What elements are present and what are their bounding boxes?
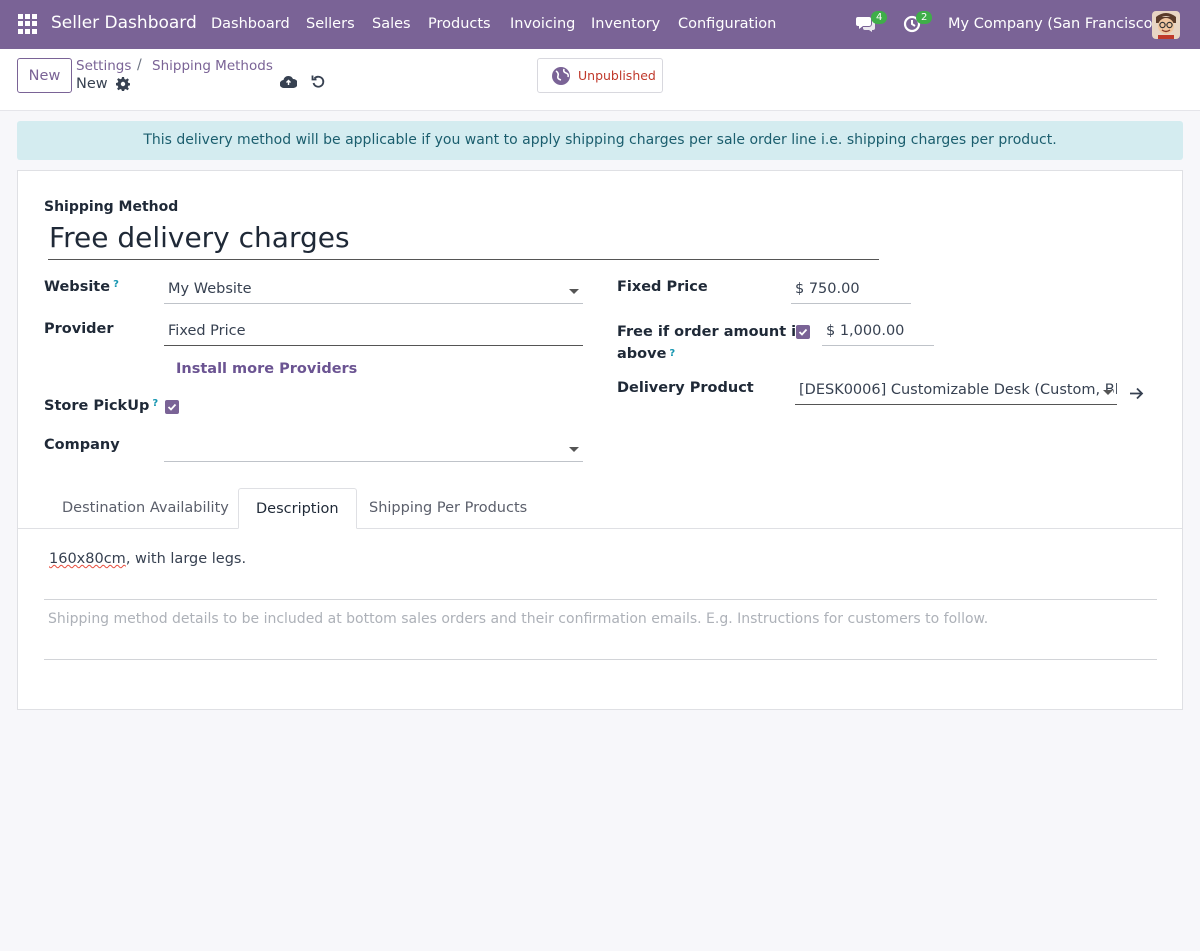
new-button[interactable]: New	[17, 58, 72, 93]
fixed-price-input[interactable]: $ 750.00	[791, 278, 911, 304]
caret-down-icon	[569, 447, 579, 452]
shipping-method-label: Shipping Method	[44, 199, 179, 215]
store-pickup-label: Store PickUp?	[44, 398, 159, 414]
app-brand[interactable]: Seller Dashboard	[51, 13, 197, 33]
globe-icon	[552, 67, 570, 85]
tab-shipping-per-products[interactable]: Shipping Per Products	[352, 488, 544, 529]
fixed-price-label: Fixed Price	[617, 279, 708, 295]
apps-menu-icon[interactable]	[18, 14, 38, 34]
help-icon[interactable]: ?	[669, 348, 675, 359]
form-sheet: Shipping Method Free delivery charges We…	[17, 170, 1183, 710]
gear-icon[interactable]	[115, 76, 131, 95]
caret-down-icon	[1103, 390, 1113, 395]
install-providers-link[interactable]: Install more Providers	[176, 361, 357, 377]
publish-toggle-button[interactable]: Unpublished	[537, 58, 663, 93]
user-avatar[interactable]	[1152, 11, 1180, 39]
company-switcher[interactable]: My Company (San Francisco)	[948, 16, 1158, 32]
messages-count-badge: 4	[871, 11, 888, 24]
menu-products[interactable]: Products	[428, 16, 491, 32]
menu-configuration[interactable]: Configuration	[678, 16, 776, 32]
store-pickup-checkbox[interactable]	[165, 400, 179, 414]
help-icon[interactable]: ?	[152, 398, 158, 409]
info-alert: This delivery method will be applicable …	[17, 121, 1183, 160]
website-select[interactable]: My Website	[164, 278, 583, 304]
help-icon[interactable]: ?	[113, 279, 119, 290]
delivery-product-label: Delivery Product	[617, 380, 754, 396]
website-label: Website?	[44, 279, 119, 295]
top-navbar: Seller Dashboard Dashboard Sellers Sales…	[0, 0, 1200, 49]
control-panel: New Settings / Shipping Methods New Unpu…	[0, 49, 1200, 111]
company-label: Company	[44, 437, 120, 453]
breadcrumb-settings[interactable]: Settings	[76, 58, 131, 74]
activities-count-badge: 2	[916, 11, 933, 24]
company-select[interactable]	[164, 436, 583, 462]
divider	[44, 659, 1157, 660]
free-if-label: Free if order amount is above?	[617, 324, 805, 362]
free-if-checkbox[interactable]	[796, 325, 810, 339]
discard-undo-icon[interactable]	[311, 74, 326, 93]
provider-label: Provider	[44, 321, 114, 337]
record-name: New	[76, 76, 108, 92]
free-if-amount-input[interactable]: $ 1,000.00	[822, 320, 934, 346]
website-description-input[interactable]: Shipping method details to be included a…	[48, 611, 988, 627]
caret-down-icon	[569, 289, 579, 294]
checkmark-icon	[167, 403, 177, 411]
provider-select[interactable]: Fixed Price	[164, 320, 583, 346]
menu-sellers[interactable]: Sellers	[306, 16, 355, 32]
checkmark-icon	[798, 328, 808, 336]
breadcrumb-separator: /	[137, 57, 142, 73]
divider	[44, 599, 1157, 600]
open-record-arrow-icon[interactable]	[1129, 385, 1144, 404]
delivery-product-select[interactable]: [DESK0006] Customizable Desk (Custom, Bl…	[795, 379, 1117, 405]
tab-destination-availability[interactable]: Destination Availability	[45, 488, 246, 529]
tab-description[interactable]: Description	[238, 488, 357, 529]
menu-sales[interactable]: Sales	[372, 16, 411, 32]
shipping-method-name-input[interactable]: Free delivery charges	[48, 221, 879, 260]
save-cloud-icon[interactable]	[279, 74, 298, 93]
menu-inventory[interactable]: Inventory	[591, 16, 660, 32]
description-text[interactable]: 160x80cm, with large legs.	[49, 551, 246, 567]
publish-status-label: Unpublished	[578, 68, 656, 83]
menu-dashboard[interactable]: Dashboard	[211, 16, 290, 32]
breadcrumb-shipping-methods[interactable]: Shipping Methods	[152, 58, 273, 74]
menu-invoicing[interactable]: Invoicing	[510, 16, 575, 32]
